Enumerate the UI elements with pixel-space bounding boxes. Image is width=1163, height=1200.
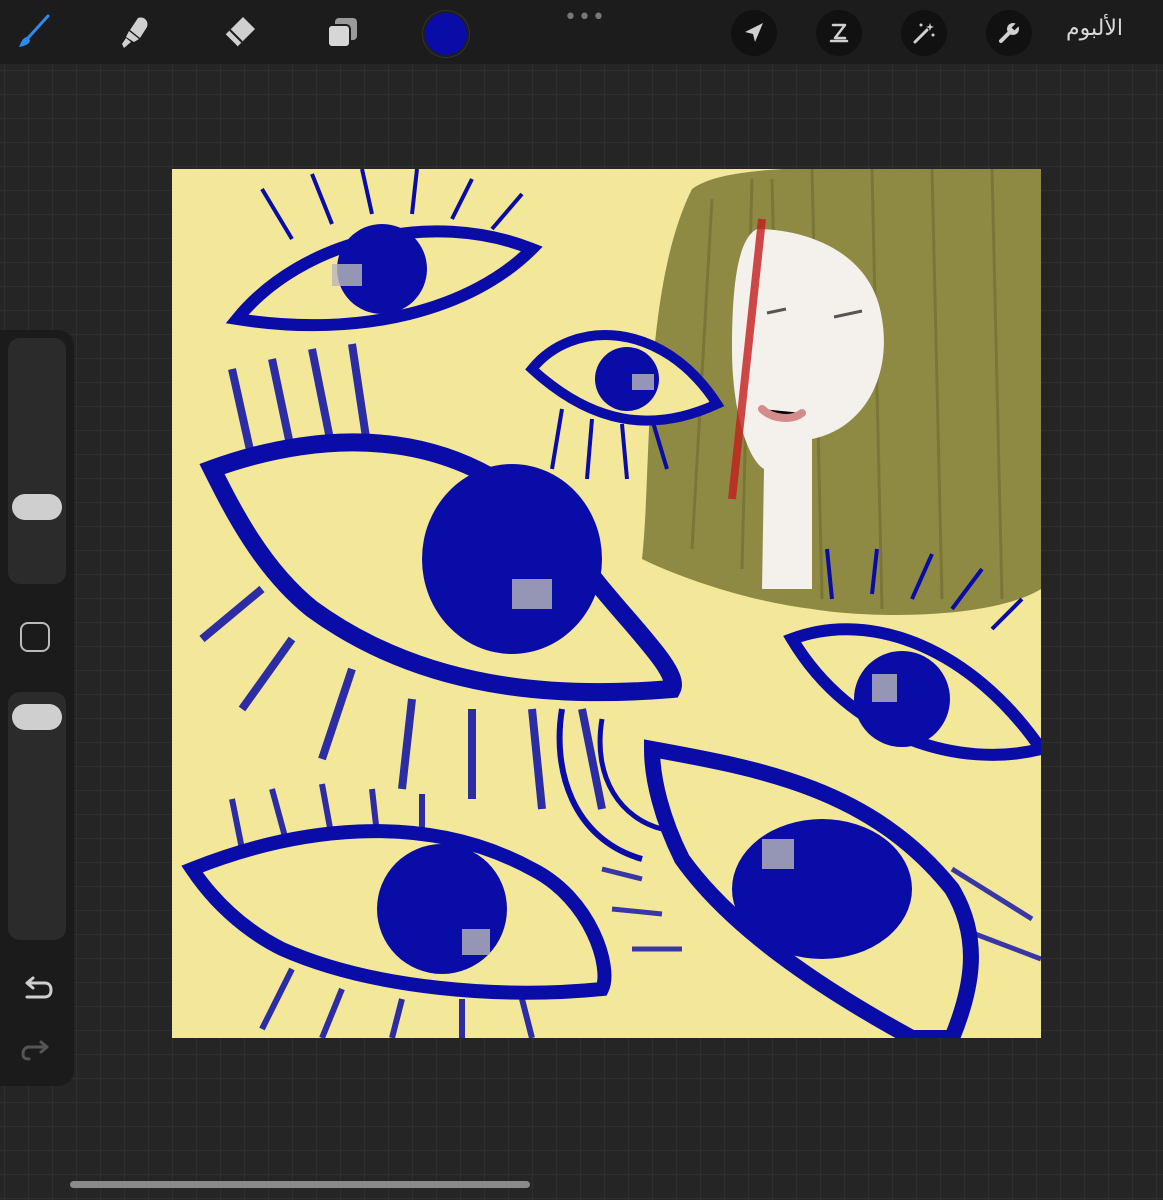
eye-drawing bbox=[181, 783, 612, 1038]
brush-size-knob[interactable] bbox=[12, 493, 62, 520]
undo-icon[interactable] bbox=[20, 974, 54, 1004]
eye-drawing bbox=[225, 169, 543, 332]
transform-s-icon[interactable] bbox=[816, 10, 862, 56]
home-indicator[interactable] bbox=[70, 1181, 530, 1188]
sidebar bbox=[0, 330, 74, 1086]
opacity-knob[interactable] bbox=[12, 704, 62, 731]
more-options-icon[interactable]: ••• bbox=[564, 7, 606, 29]
magic-wand-icon[interactable] bbox=[901, 10, 947, 56]
wrench-icon[interactable] bbox=[986, 10, 1032, 56]
gallery-button[interactable]: الألبوم bbox=[1066, 16, 1123, 41]
color-picker[interactable] bbox=[423, 11, 469, 57]
top-toolbar: ••• الألبوم bbox=[0, 0, 1163, 64]
selection-arrow-icon[interactable] bbox=[731, 10, 777, 56]
smudge-icon[interactable] bbox=[112, 8, 160, 56]
brush-icon[interactable] bbox=[10, 8, 58, 56]
brush-size-slider[interactable] bbox=[8, 338, 66, 584]
eraser-icon[interactable] bbox=[215, 8, 263, 56]
opacity-slider[interactable] bbox=[8, 692, 66, 940]
eye-drawing bbox=[601, 739, 1041, 1038]
modify-button[interactable] bbox=[20, 622, 50, 652]
redo-icon[interactable] bbox=[20, 1034, 54, 1064]
drawing-canvas[interactable] bbox=[172, 169, 1041, 1038]
artwork bbox=[181, 169, 1041, 1038]
layers-icon[interactable] bbox=[318, 8, 366, 56]
